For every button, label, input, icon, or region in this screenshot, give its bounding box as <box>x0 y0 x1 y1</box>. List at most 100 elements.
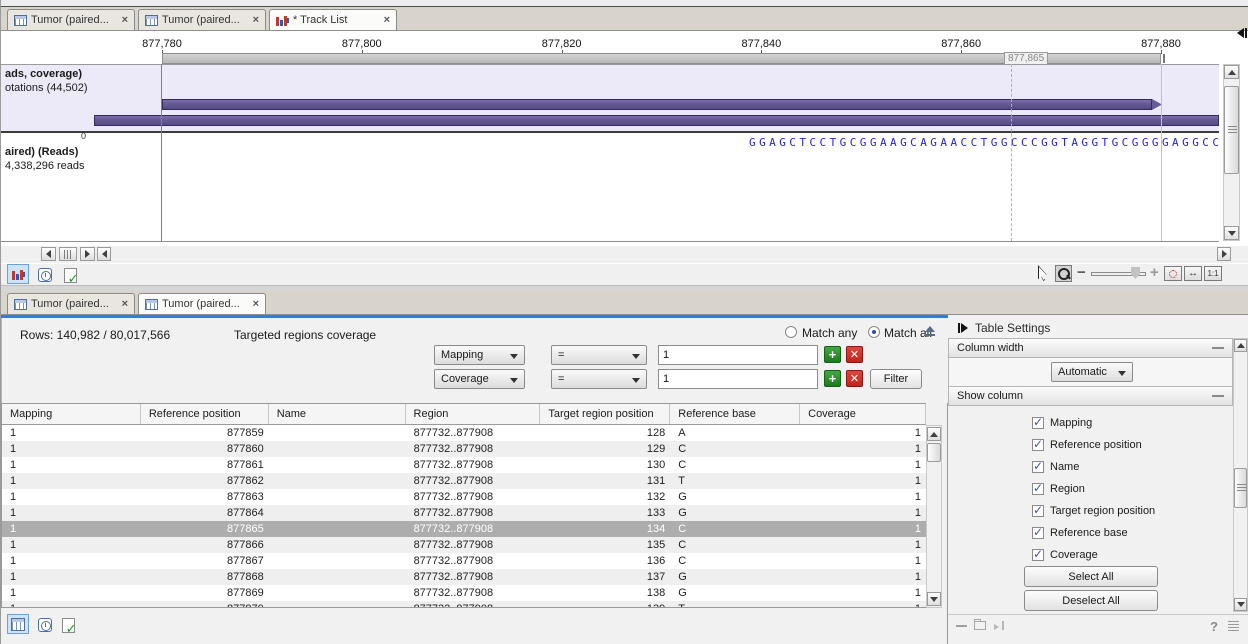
checkbox-icon[interactable] <box>1032 461 1044 473</box>
remove-filter-button[interactable]: ✕ <box>846 370 863 387</box>
scroll-down-button[interactable] <box>1224 226 1239 240</box>
column-header-reference-base[interactable]: Reference base <box>670 404 800 424</box>
minimize-icon[interactable] <box>956 625 967 627</box>
match-any-radio[interactable] <box>785 326 797 338</box>
element-info-button[interactable] <box>57 615 79 635</box>
ruler-range-handle[interactable] <box>1163 54 1165 63</box>
match-all-radio[interactable] <box>868 326 880 338</box>
history-view-button[interactable] <box>34 615 56 635</box>
table-row[interactable]: 1877863877732..877908132G1 <box>2 489 926 505</box>
checkbox-icon[interactable] <box>1032 527 1044 539</box>
scroll-up-button[interactable] <box>1224 65 1239 79</box>
filter-operator-select[interactable]: = <box>551 345 647 365</box>
close-tab-icon[interactable]: × <box>384 14 390 26</box>
checkbox-icon[interactable] <box>1032 439 1044 451</box>
fit-width-button[interactable] <box>1184 266 1202 281</box>
settings-scroll-down-button[interactable] <box>1234 598 1247 611</box>
track-list-view-button[interactable] <box>7 264 29 284</box>
checkbox-icon[interactable] <box>1032 417 1044 429</box>
filter-value-input[interactable] <box>658 369 818 389</box>
history-view-button[interactable] <box>34 265 56 285</box>
remove-filter-button[interactable]: ✕ <box>846 346 863 363</box>
table-row[interactable]: 1877865877732..877908134C1 <box>2 521 926 537</box>
help-icon[interactable]: ? <box>1210 619 1218 634</box>
collapse-group-icon[interactable] <box>1212 347 1224 349</box>
checkbox-icon[interactable] <box>1032 549 1044 561</box>
show-column-option[interactable]: Reference position <box>1032 434 1142 456</box>
table-row[interactable]: 1877859877732..877908128A1 <box>2 425 926 441</box>
upper-tab-1[interactable]: Tumor (paired...× <box>138 9 266 30</box>
column-header-mapping[interactable]: Mapping <box>2 404 141 424</box>
dock-icon[interactable] <box>994 621 1004 630</box>
close-tab-icon[interactable]: × <box>253 14 259 26</box>
lower-tab-0[interactable]: Tumor (paired...× <box>7 293 135 314</box>
column-width-group-header[interactable]: Column width <box>948 338 1233 358</box>
collapse-panel-icon[interactable] <box>1237 28 1247 38</box>
track-scrollbar-thumb[interactable] <box>1224 86 1239 174</box>
table-row[interactable]: 1877860877732..877908129C1 <box>2 441 926 457</box>
annotation-bar[interactable] <box>162 99 1152 110</box>
filter-button[interactable]: Filter <box>870 369 922 389</box>
close-tab-icon[interactable]: × <box>122 14 128 26</box>
settings-scrollbar-thumb[interactable] <box>1234 468 1247 508</box>
zoom-slider-thumb[interactable] <box>1131 267 1140 279</box>
column-header-target-region-position[interactable]: Target region position <box>540 404 670 424</box>
close-tab-icon[interactable]: × <box>122 298 128 310</box>
close-tab-icon[interactable]: × <box>253 298 259 310</box>
table-scrollbar-thumb[interactable] <box>927 443 941 462</box>
collapse-group-icon[interactable] <box>1212 395 1224 397</box>
column-header-reference-position[interactable]: Reference position <box>141 404 269 424</box>
selection-cursor-icon[interactable] <box>1038 265 1050 281</box>
show-column-option[interactable]: Reference base <box>1032 522 1128 544</box>
table-row[interactable]: 1877868877732..877908137G1 <box>2 569 926 585</box>
zoom-100-button[interactable]: 1:1 <box>1204 266 1222 281</box>
table-row[interactable]: 1877861877732..877908130C1 <box>2 457 926 473</box>
zoom-tool-icon[interactable] <box>1055 265 1072 282</box>
sidebar-toggle-icon[interactable] <box>958 323 968 333</box>
add-filter-button[interactable]: + <box>824 346 841 363</box>
select-all-button[interactable]: Select All <box>1024 566 1158 587</box>
scroll-left-button[interactable] <box>97 247 111 261</box>
table-view-button[interactable] <box>7 614 29 634</box>
column-width-select[interactable]: Automatic <box>1051 362 1133 382</box>
show-column-group-header[interactable]: Show column <box>948 386 1233 406</box>
filter-field-select[interactable]: Coverage <box>434 369 525 389</box>
add-filter-button[interactable]: + <box>824 370 841 387</box>
zoom-out-icon[interactable]: − <box>1077 264 1086 281</box>
folder-icon[interactable] <box>974 621 986 630</box>
table-scroll-up-button[interactable] <box>927 427 941 441</box>
filter-field-select[interactable]: Mapping <box>434 345 525 365</box>
table-row[interactable]: 1877866877732..877908135C1 <box>2 537 926 553</box>
element-info-button[interactable] <box>59 265 81 285</box>
table-row[interactable]: 1877870877732..877908139T1 <box>2 601 926 608</box>
table-row[interactable]: 1877869877732..877908138G1 <box>2 585 926 601</box>
filter-value-input[interactable] <box>658 345 818 365</box>
checkbox-icon[interactable] <box>1032 505 1044 517</box>
table-scroll-down-button[interactable] <box>927 592 941 606</box>
upper-tab-0[interactable]: Tumor (paired...× <box>7 9 135 30</box>
show-column-option[interactable]: Target region position <box>1032 500 1155 522</box>
deselect-all-button[interactable]: Deselect All <box>1024 590 1158 611</box>
zoom-in-icon[interactable]: + <box>1150 264 1159 281</box>
collapse-filter-icon[interactable] <box>924 326 936 336</box>
checkbox-icon[interactable] <box>1032 483 1044 495</box>
upper-tab-2[interactable]: * Track List× <box>269 9 397 30</box>
table-row[interactable]: 1877864877732..877908133G1 <box>2 505 926 521</box>
show-column-option[interactable]: Coverage <box>1032 544 1098 566</box>
column-header-name[interactable]: Name <box>269 404 406 424</box>
filter-operator-select[interactable]: = <box>551 369 647 389</box>
table-row[interactable]: 1877862877732..877908131T1 <box>2 473 926 489</box>
show-column-option[interactable]: Name <box>1032 456 1079 478</box>
column-header-coverage[interactable]: Coverage <box>800 404 926 424</box>
pan-thumb-button[interactable] <box>59 247 77 261</box>
list-icon[interactable] <box>1228 621 1239 631</box>
settings-scroll-up-button[interactable] <box>1234 339 1247 352</box>
scroll-right-button[interactable] <box>1217 247 1231 261</box>
table-row[interactable]: 1877867877732..877908136C1 <box>2 553 926 569</box>
pan-right-button[interactable] <box>80 247 95 261</box>
pan-left-button[interactable] <box>41 247 56 261</box>
annotation-bar-2[interactable] <box>94 115 1219 126</box>
show-column-option[interactable]: Mapping <box>1032 412 1092 434</box>
zoom-selection-button[interactable] <box>1164 266 1182 281</box>
column-header-region[interactable]: Region <box>406 404 541 424</box>
